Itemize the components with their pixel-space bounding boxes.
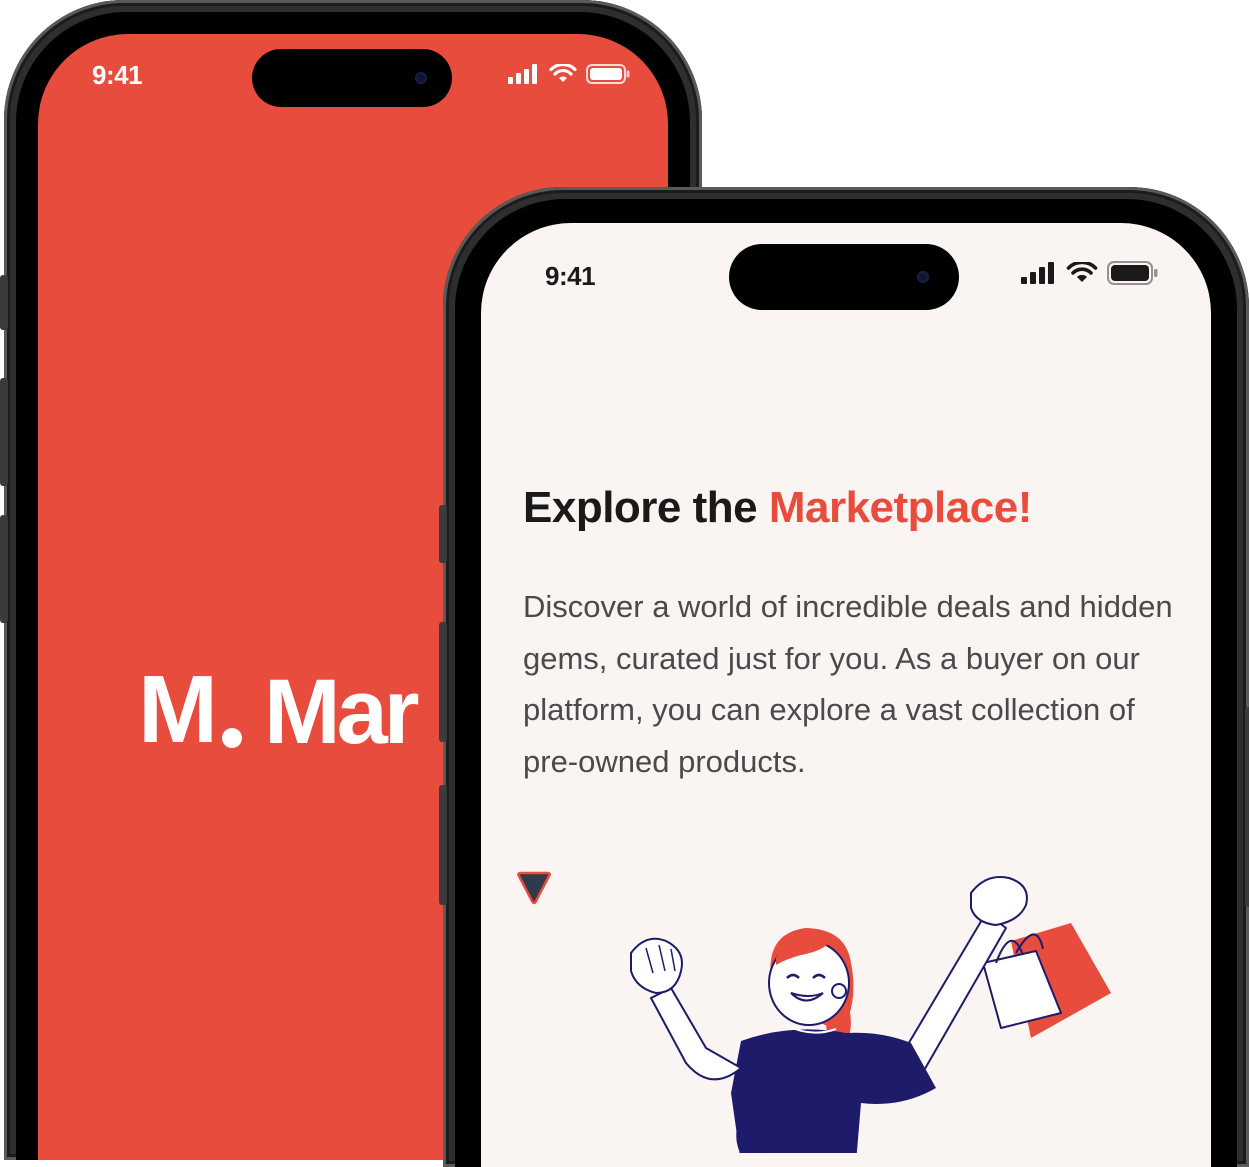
status-icons [508,64,630,84]
page-title: Explore the Marketplace! [523,483,1032,533]
battery-icon [586,64,630,84]
logo-mark: M [138,656,218,763]
shopper-with-bags-illustration [630,876,1111,1153]
camera-icon [917,271,929,283]
wifi-icon [1066,262,1098,282]
onboarding-description: Discover a world of incredible deals and… [523,589,1173,779]
power-button [1245,707,1249,907]
camera-icon [415,72,427,84]
volume-up-button [0,378,8,486]
cellular-signal-icon [508,64,537,84]
status-time: 9:41 [92,60,143,90]
volume-up-button [439,622,447,742]
mute-switch [439,505,447,563]
headline-highlight: Marketplace! [768,483,1033,532]
volume-down-button [439,785,447,905]
logo-dot-icon [221,728,242,748]
status-icons [1021,261,1159,285]
volume-down-button [0,515,8,623]
wifi-icon [549,64,577,82]
triangle-marker-icon [517,871,551,905]
battery-icon [1107,261,1158,285]
logo-wordmark: Mar [263,661,420,763]
mute-switch [0,275,8,330]
marketplace-logo: M Mar [138,656,420,763]
onboarding-screen: 9:41 Explore the Marketplace! Discover a… [481,223,1211,1167]
dynamic-island [252,49,452,107]
headline-prefix: Explore the [523,483,769,532]
dynamic-island [729,244,959,310]
status-time: 9:41 [545,261,596,291]
onboarding-phone-frame: 9:41 Explore the Marketplace! Discover a… [439,187,1249,1167]
cellular-signal-icon [1021,262,1054,284]
